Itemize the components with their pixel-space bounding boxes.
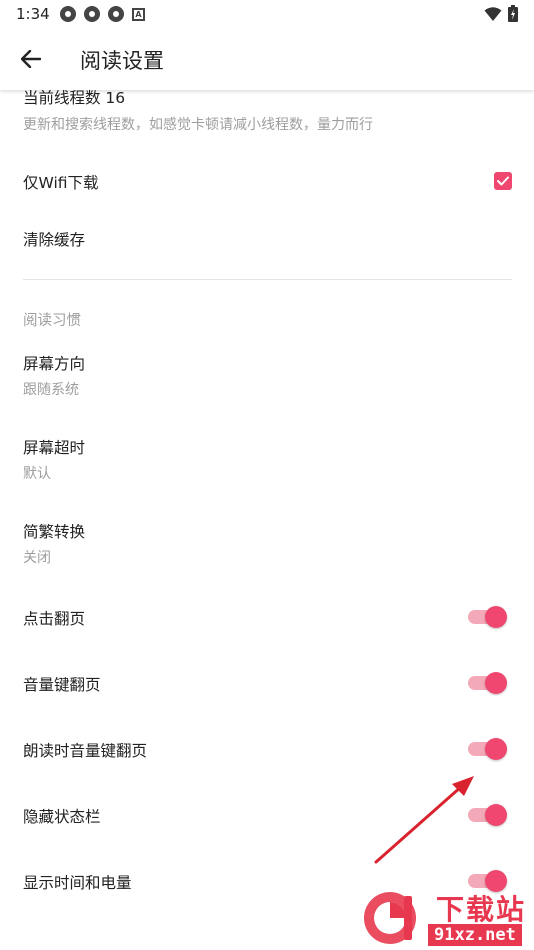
setting-value: 跟随系统 bbox=[23, 382, 79, 398]
setting-title: 音量键翻页 bbox=[23, 676, 101, 694]
notification-app-icon bbox=[108, 6, 124, 22]
tap-page-turn-switch[interactable] bbox=[468, 605, 508, 629]
app-bar: 阅读设置 bbox=[0, 28, 534, 90]
tts-volume-key-turn-switch[interactable] bbox=[468, 737, 508, 761]
watermark-logo-icon bbox=[364, 892, 416, 944]
page-title: 阅读设置 bbox=[80, 49, 164, 73]
section-divider bbox=[23, 279, 512, 280]
setting-subtitle: 更新和搜索线程数，如感觉卡顿请减小线程数，量力而行 bbox=[23, 117, 373, 133]
setting-chinese-conversion[interactable]: 简繁转换 关闭 bbox=[0, 510, 534, 574]
setting-value: 关闭 bbox=[23, 550, 51, 566]
watermark: 下载站 91xz.net bbox=[360, 886, 534, 950]
setting-thread-count[interactable]: 当前线程数 16 更新和搜索线程数，如感觉卡顿请减小线程数，量力而行 bbox=[0, 89, 534, 150]
setting-screen-timeout[interactable]: 屏幕超时 默认 bbox=[0, 426, 534, 490]
system-icons bbox=[484, 5, 518, 22]
watermark-url: 91xz.net bbox=[428, 924, 522, 946]
setting-title: 屏幕方向 bbox=[23, 355, 86, 373]
setting-title: 显示时间和电量 bbox=[23, 874, 132, 892]
setting-title: 隐藏状态栏 bbox=[23, 808, 101, 826]
status-time: 1:34 bbox=[16, 5, 50, 23]
setting-title: 屏幕超时 bbox=[23, 439, 86, 457]
volume-key-turn-switch[interactable] bbox=[468, 671, 508, 695]
watermark-title: 下载站 bbox=[436, 893, 527, 926]
status-bar: 1:34 A bbox=[0, 0, 534, 28]
check-icon bbox=[497, 176, 509, 186]
back-button[interactable] bbox=[14, 42, 48, 76]
setting-value: 默认 bbox=[23, 466, 51, 482]
setting-volume-key-turn[interactable]: 音量键翻页 bbox=[0, 656, 534, 712]
setting-wifi-only[interactable]: 仅Wifi下载 bbox=[0, 152, 534, 208]
setting-title: 朗读时音量键翻页 bbox=[23, 742, 148, 760]
switch-thumb bbox=[485, 738, 507, 760]
setting-clear-cache[interactable]: 清除缓存 bbox=[0, 210, 534, 266]
section-header: 阅读习惯 bbox=[23, 313, 81, 329]
notification-app-icon bbox=[60, 6, 76, 22]
notification-badge-icon: A bbox=[132, 8, 145, 21]
wifi-icon bbox=[484, 6, 502, 21]
annotation-arrow-icon bbox=[374, 776, 474, 864]
setting-title: 简繁转换 bbox=[23, 523, 86, 541]
setting-tap-page-turn[interactable]: 点击翻页 bbox=[0, 590, 534, 646]
notification-icons: A bbox=[60, 6, 145, 22]
setting-screen-orientation[interactable]: 屏幕方向 跟随系统 bbox=[0, 342, 534, 406]
switch-thumb bbox=[485, 606, 507, 628]
notification-app-icon bbox=[84, 6, 100, 22]
setting-title: 仅Wifi下载 bbox=[23, 174, 99, 192]
setting-title: 清除缓存 bbox=[23, 231, 86, 249]
switch-thumb bbox=[485, 672, 507, 694]
battery-icon bbox=[508, 5, 518, 22]
arrow-left-icon bbox=[21, 50, 41, 68]
wifi-only-checkbox[interactable] bbox=[494, 172, 512, 190]
setting-title: 点击翻页 bbox=[23, 610, 86, 628]
